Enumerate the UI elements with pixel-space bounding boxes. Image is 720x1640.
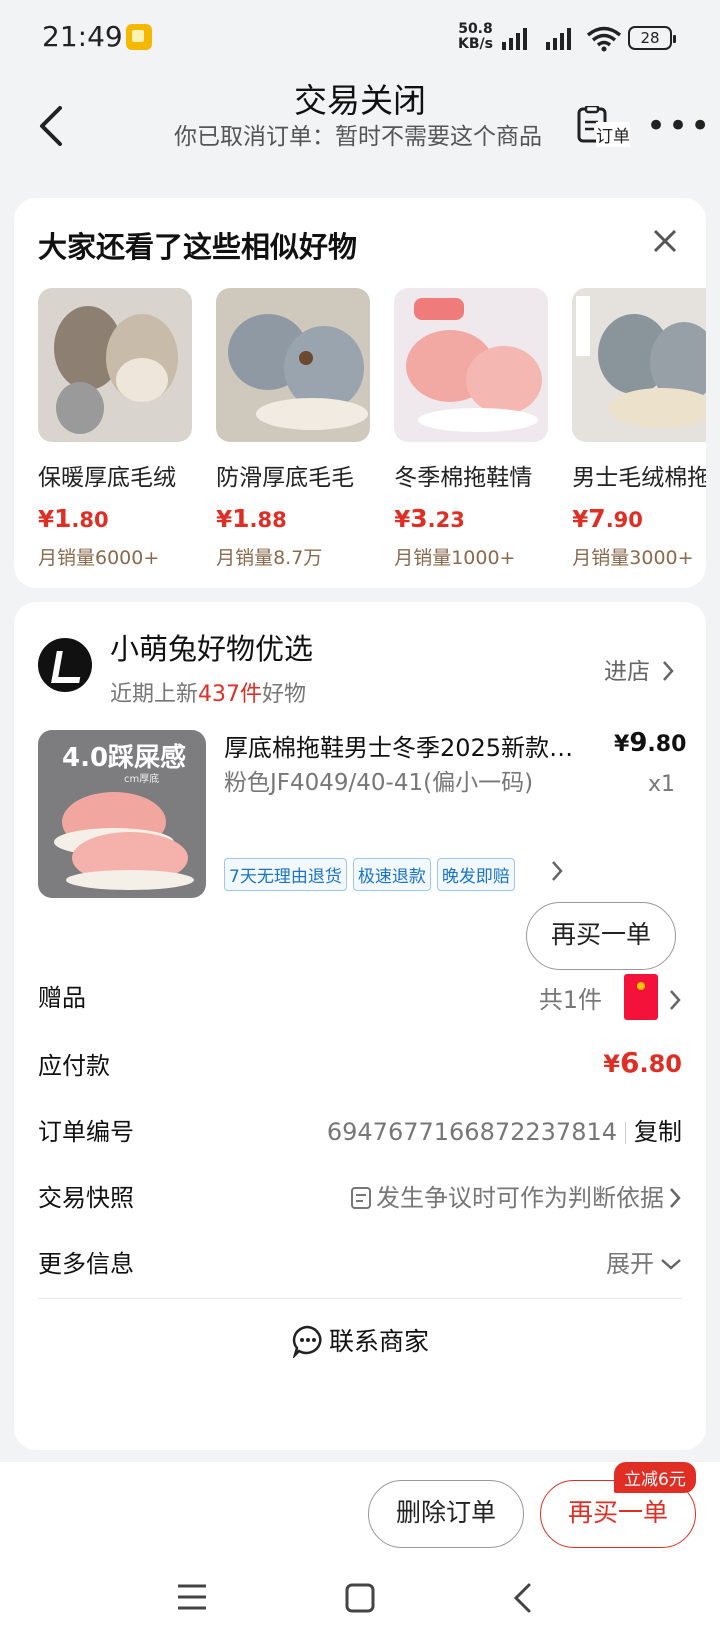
service-tags[interactable]: 7天无理由退货 极速退款 晚发即赔 <box>224 858 521 891</box>
gift-row[interactable]: 赠品 共1件 <box>38 974 682 1020</box>
product-image <box>394 288 549 442</box>
order-label: 订单 <box>596 122 630 147</box>
more-info-row[interactable]: 更多信息 展开 <box>38 1240 682 1280</box>
product-price: ¥7.90 <box>572 504 643 533</box>
payable-amount: ¥6.80 <box>603 1046 682 1079</box>
cancel-reason: 你已取消订单：暂时不需要这个商品 <box>174 124 542 150</box>
status-bar: 21:49 50.8 KB/s 28 <box>0 0 720 78</box>
clock: 21:49 <box>42 20 123 53</box>
product-name: 保暖厚底毛绒 <box>38 465 176 491</box>
service-tag: 7天无理由退货 <box>224 858 347 891</box>
red-envelope-icon <box>624 974 658 1020</box>
order-number-row: 订单编号 6947677166872237814 复制 <box>38 1118 682 1146</box>
recent-apps-icon[interactable] <box>176 1582 208 1612</box>
wifi-icon <box>586 26 622 52</box>
chevron-right-icon <box>663 661 674 681</box>
product-image <box>38 288 192 442</box>
product-card[interactable]: 男士毛绒棉拖 ¥7.90 月销量3000+ <box>572 288 706 570</box>
product-card[interactable]: 保暖厚底毛绒 ¥1.80 月销量6000+ <box>38 288 192 570</box>
product-name: 冬季棉拖鞋情 <box>394 465 533 491</box>
cell-signal-2-icon <box>546 28 571 50</box>
order-list-button[interactable]: 订单 <box>576 104 640 150</box>
payable-row: 应付款 ¥6.80 <box>38 1046 682 1080</box>
goods-price: ¥9.80 <box>614 728 687 758</box>
product-sales: 月销量3000+ <box>572 547 694 569</box>
chevron-right-icon <box>670 990 681 1010</box>
network-speed: 50.8 KB/s <box>458 21 493 52</box>
chevron-right-icon <box>670 1188 681 1208</box>
similar-heading: 大家还看了这些相似好物 <box>38 230 358 264</box>
divider <box>38 1298 682 1299</box>
goods-image[interactable]: 4.0踩屎感 cm厚底 <box>38 730 206 898</box>
product-sales: 月销量1000+ <box>394 547 516 569</box>
nav-back-icon[interactable] <box>510 1582 534 1614</box>
service-tag: 极速退款 <box>352 858 431 891</box>
svg-text:cm厚底: cm厚底 <box>124 772 159 785</box>
home-icon[interactable] <box>344 1582 376 1614</box>
similar-products-list: 保暖厚底毛绒 ¥1.80 月销量6000+ 防滑厚底毛毛 ¥1.88 月销量8.… <box>38 288 706 578</box>
product-card[interactable]: 防滑厚底毛毛 ¥1.88 月销量8.7万 <box>216 288 371 570</box>
copy-button[interactable]: 复制 <box>634 1118 682 1146</box>
product-price: ¥1.80 <box>38 504 109 533</box>
rebuy-button[interactable]: 再买一单 <box>526 902 676 970</box>
product-sales: 月销量8.7万 <box>216 547 323 569</box>
product-price: ¥3.23 <box>394 504 465 533</box>
product-card[interactable]: 冬季棉拖鞋情 ¥3.23 月销量1000+ <box>394 288 549 570</box>
shop-new-arrivals: 近期上新437件好物 <box>110 682 307 707</box>
battery-indicator: 28 <box>628 26 676 50</box>
product-name: 男士毛绒棉拖 <box>572 465 706 491</box>
order-card: 小萌兔好物优选 近期上新437件好物 进店 4.0踩屎感 cm厚底 厚底棉拖鞋男… <box>14 602 706 1450</box>
notification-app-icon <box>126 24 152 50</box>
product-name: 防滑厚底毛毛 <box>216 465 355 491</box>
snapshot-row[interactable]: 交易快照 发生争议时可作为判断依据 <box>38 1174 682 1214</box>
document-icon <box>351 1187 371 1209</box>
goods-title[interactable]: 厚底棉拖鞋男士冬季2025新款家用 <box>224 728 574 763</box>
product-price: ¥1.88 <box>216 504 287 533</box>
chevron-right-icon[interactable] <box>550 860 564 882</box>
order-number: 6947677166872237814 <box>326 1118 617 1146</box>
delete-order-button[interactable]: 删除订单 <box>368 1480 524 1548</box>
chat-bubble-icon <box>292 1325 322 1360</box>
shop-name[interactable]: 小萌兔好物优选 <box>110 626 313 668</box>
close-icon[interactable] <box>652 228 678 254</box>
product-image <box>216 288 371 442</box>
more-options-icon[interactable]: ••• <box>646 109 712 143</box>
service-tag: 晚发即赔 <box>436 858 515 891</box>
chevron-down-icon <box>661 1259 681 1270</box>
enter-shop-link[interactable]: 进店 <box>604 652 675 686</box>
product-image <box>572 288 706 442</box>
product-sales: 月销量6000+ <box>38 547 160 569</box>
similar-products-card: 大家还看了这些相似好物 保暖厚底毛绒 ¥1.80 月销量6000+ 防滑厚底毛毛… <box>14 198 706 588</box>
goods-spec: 粉色JF4049/40-41(偏小一码) <box>224 770 534 796</box>
page-header: 交易关闭 你已取消订单：暂时不需要这个商品 订单 ••• <box>0 70 720 190</box>
bottom-action-bar: 删除订单 再买一单 立减6元 <box>0 1462 720 1640</box>
svg-text:4.0踩屎感: 4.0踩屎感 <box>62 743 186 773</box>
contact-merchant-button[interactable]: 联系商家 <box>14 1322 706 1360</box>
goods-quantity: x1 <box>648 772 676 797</box>
cell-signal-icon <box>502 28 527 50</box>
discount-badge: 立减6元 <box>614 1462 696 1493</box>
shop-logo[interactable] <box>38 638 92 692</box>
